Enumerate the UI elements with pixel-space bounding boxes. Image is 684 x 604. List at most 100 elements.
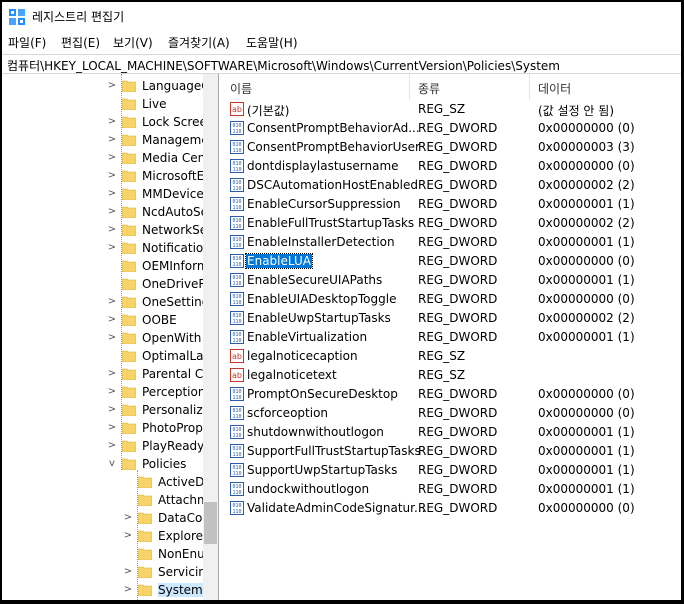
value-row[interactable]: ab legalnoticecaption REG_SZ xyxy=(222,347,681,366)
expand-chevron-icon[interactable]: > xyxy=(107,314,117,325)
value-row[interactable]: 010 110 dontdisplaylastusername REG_DWORD 0x… xyxy=(222,157,681,176)
value-name: ValidateAdminCodeSignatur... xyxy=(247,501,426,515)
value-row[interactable]: 010 110 EnableUIADesktopToggle REG_DWORD 0x0… xyxy=(222,290,681,309)
value-name: ConsentPromptBehaviorAd... xyxy=(247,121,420,135)
tree-item[interactable]: > NetworkSe xyxy=(4,222,207,240)
tree-item[interactable]: > OpenWith xyxy=(4,330,202,348)
expand-chevron-icon[interactable]: > xyxy=(107,206,117,217)
tree-item[interactable]: > Media Cent xyxy=(4,150,210,168)
column-divider[interactable] xyxy=(529,74,530,100)
tree-item[interactable]: Live xyxy=(4,96,202,114)
tree-item[interactable]: OEMInform xyxy=(4,258,209,276)
tree-item[interactable]: Attachm xyxy=(4,492,209,510)
expand-chevron-icon[interactable]: > xyxy=(107,80,117,91)
value-data: 0x00000002 (2) xyxy=(538,178,635,192)
column-header-name[interactable]: 이름 xyxy=(230,80,252,97)
string-value-icon: ab xyxy=(230,102,244,116)
tree-item[interactable]: > Manageme xyxy=(4,132,209,150)
key-tree-pane[interactable]: > LanguageC Live > Lock Scree > Manageme > Media… xyxy=(4,74,219,601)
expand-chevron-icon[interactable]: > xyxy=(123,512,133,523)
values-list-pane[interactable]: 이름 종류 데이터 ab (기본값) REG_SZ (값 설정 안 됨) 010 110 C… xyxy=(222,74,681,601)
menu-file[interactable]: 파일(F) xyxy=(8,34,46,51)
collapse-chevron-icon[interactable]: v xyxy=(107,458,117,469)
expand-chevron-icon[interactable]: > xyxy=(107,386,117,397)
expand-chevron-icon[interactable]: > xyxy=(107,422,117,433)
value-row[interactable]: 010 110 EnableSecureUIAPaths REG_DWORD 0x000… xyxy=(222,271,681,290)
menu-edit[interactable]: 편집(E) xyxy=(61,34,100,51)
expand-chevron-icon[interactable]: > xyxy=(107,170,117,181)
expand-chevron-icon[interactable]: > xyxy=(107,152,117,163)
tree-item[interactable]: OptimalLay xyxy=(4,348,211,366)
tree-scroll-thumb[interactable] xyxy=(204,502,217,544)
value-row[interactable]: 010 110 DSCAutomationHostEnabled REG_DWORD 0… xyxy=(222,176,681,195)
tree-item[interactable]: > MicrosoftE xyxy=(4,168,204,186)
expand-chevron-icon[interactable]: > xyxy=(107,296,117,307)
tree-item[interactable]: > Personaliza xyxy=(4,402,210,420)
value-row[interactable]: 010 110 scforceoption REG_DWORD 0x00000000 (… xyxy=(222,404,681,423)
column-header-data[interactable]: 데이터 xyxy=(538,80,571,97)
tree-item-label: NetworkSe xyxy=(142,223,208,237)
tree-item[interactable]: > Parental Co xyxy=(4,366,211,384)
tree-item[interactable]: > System xyxy=(4,582,203,600)
tree-item[interactable]: v Policies xyxy=(4,456,202,474)
tree-item[interactable]: > NcdAutoSe xyxy=(4,204,208,222)
menu-favorites[interactable]: 즐겨찾기(A) xyxy=(168,34,230,51)
folder-icon xyxy=(122,332,136,344)
value-row[interactable]: 010 110 undockwithoutlogon REG_DWORD 0x00000… xyxy=(222,480,681,499)
expand-chevron-icon[interactable]: > xyxy=(107,188,117,199)
expand-chevron-icon[interactable]: > xyxy=(107,134,117,145)
tree-item[interactable]: > DataCol xyxy=(4,510,206,528)
value-row[interactable]: 010 110 ConsentPromptBehaviorUser REG_DWORD… xyxy=(222,138,681,157)
value-row[interactable]: 010 110 ValidateAdminCodeSignatur... REG_DW… xyxy=(222,499,681,518)
value-row[interactable]: 010 110 EnableLUA REG_DWORD 0x00000000 (0) xyxy=(222,252,681,271)
expand-chevron-icon[interactable]: > xyxy=(107,332,117,343)
value-row[interactable]: 010 110 EnableInstallerDetection REG_DWORD 0… xyxy=(222,233,681,252)
column-divider[interactable] xyxy=(409,74,410,100)
tree-item[interactable]: > Notification xyxy=(4,240,211,258)
tree-item[interactable]: > Perceptions xyxy=(4,384,212,402)
tree-item[interactable]: > Lock Scree xyxy=(4,114,207,132)
tree-scrollbar[interactable] xyxy=(203,74,218,601)
tree-item[interactable]: > LanguageC xyxy=(4,78,210,96)
tree-item[interactable]: > Servicin xyxy=(4,564,206,582)
svg-text:110: 110 xyxy=(232,205,241,211)
tree-item[interactable]: OneDriveRa xyxy=(4,276,214,294)
folder-icon xyxy=(138,566,152,578)
expand-chevron-icon[interactable]: > xyxy=(107,404,117,415)
expand-chevron-icon[interactable]: > xyxy=(123,530,133,541)
svg-text:110: 110 xyxy=(232,509,241,515)
value-row[interactable]: 010 110 PromptOnSecureDesktop REG_DWORD 0x00… xyxy=(222,385,681,404)
tree-item[interactable]: > OOBE xyxy=(4,312,202,330)
address-bar[interactable]: 컴퓨터\HKEY_LOCAL_MACHINE\SOFTWARE\Microsof… xyxy=(2,54,681,74)
value-row[interactable]: 010 110 shutdownwithoutlogon REG_DWORD 0x000… xyxy=(222,423,681,442)
expand-chevron-icon[interactable]: > xyxy=(107,224,117,235)
expand-chevron-icon[interactable]: > xyxy=(123,584,133,595)
tree-item[interactable]: > MMDevice xyxy=(4,186,204,204)
menu-help[interactable]: 도움말(H) xyxy=(246,34,298,51)
binary-value-icon: 010110 xyxy=(230,140,244,154)
expand-chevron-icon[interactable]: > xyxy=(123,566,133,577)
tree-item[interactable]: ActiveD xyxy=(4,474,204,492)
value-row[interactable]: 010 110 EnableVirtualization REG_DWORD 0x000… xyxy=(222,328,681,347)
folder-icon xyxy=(122,386,136,398)
menu-view[interactable]: 보기(V) xyxy=(113,34,153,51)
value-row[interactable]: 010 110 SupportUwpStartupTasks REG_DWORD 0x0… xyxy=(222,461,681,480)
tree-item[interactable]: > PlayReady xyxy=(4,438,204,456)
tree-item[interactable]: > OneSetting xyxy=(4,294,210,312)
value-row[interactable]: 010 110 ConsentPromptBehaviorAd... REG_DWOR… xyxy=(222,119,681,138)
value-row[interactable]: 010 110 EnableUwpStartupTasks REG_DWORD 0x00… xyxy=(222,309,681,328)
tree-item[interactable]: NonEnu xyxy=(4,546,205,564)
value-row[interactable]: 010 110 SupportFullTrustStartupTasks REG_DW… xyxy=(222,442,681,461)
expand-chevron-icon[interactable]: > xyxy=(107,368,117,379)
expand-chevron-icon[interactable]: > xyxy=(107,242,117,253)
expand-chevron-icon[interactable]: > xyxy=(107,116,117,127)
value-row[interactable]: 010 110 EnableFullTrustStartupTasks REG_DWO… xyxy=(222,214,681,233)
address-path[interactable]: 컴퓨터\HKEY_LOCAL_MACHINE\SOFTWARE\Microsof… xyxy=(7,57,560,74)
tree-item[interactable]: > PhotoPropo xyxy=(4,420,210,438)
expand-chevron-icon[interactable]: > xyxy=(107,440,117,451)
column-header-type[interactable]: 종류 xyxy=(418,80,440,97)
value-row[interactable]: ab (기본값) REG_SZ (값 설정 안 됨) xyxy=(222,100,681,119)
value-row[interactable]: ab legalnoticetext REG_SZ xyxy=(222,366,681,385)
tree-item[interactable]: > Explorer xyxy=(4,528,208,546)
value-row[interactable]: 010 110 EnableCursorSuppression REG_DWORD 0x… xyxy=(222,195,681,214)
